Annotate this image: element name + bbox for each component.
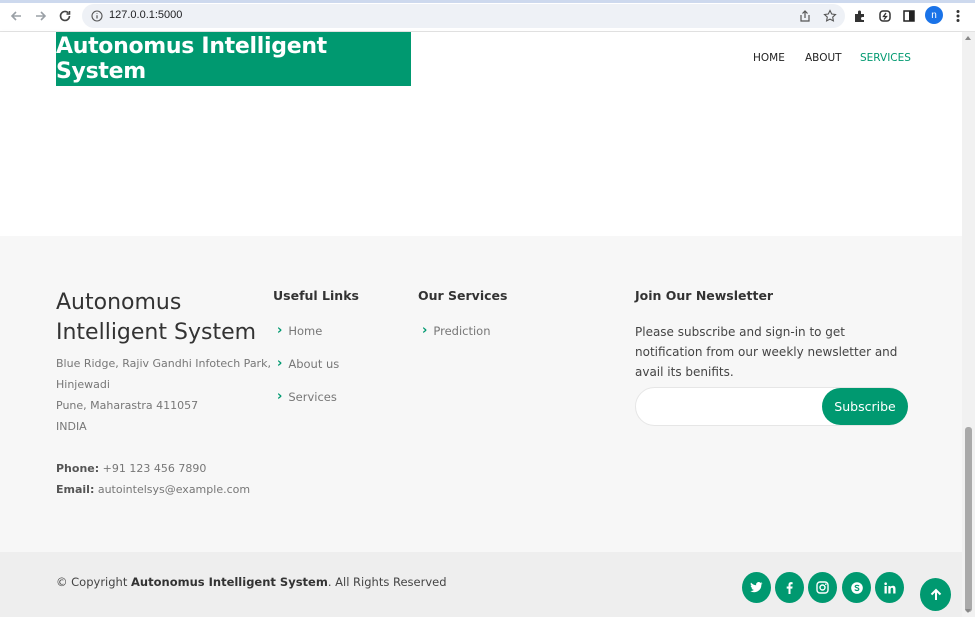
scrollbar-thumb[interactable] xyxy=(965,427,972,612)
footer-link-about[interactable]: › About us xyxy=(277,356,339,371)
chevron-right-icon: › xyxy=(277,389,283,404)
chevron-right-icon: › xyxy=(422,323,428,338)
info-icon[interactable] xyxy=(91,10,103,22)
profile-avatar[interactable]: n xyxy=(925,6,943,24)
chevron-right-icon: › xyxy=(277,323,283,338)
reload-icon[interactable] xyxy=(55,6,75,26)
site-header: Autonomus Intelligent System HOME ABOUT … xyxy=(0,32,962,86)
email-label: Email: xyxy=(56,483,95,496)
site-logo[interactable]: Autonomus Intelligent System xyxy=(56,32,411,86)
our-services-title: Our Services xyxy=(418,288,508,303)
address-line-3: Pune, Maharastra 411057 xyxy=(56,399,199,412)
nav-about[interactable]: ABOUT xyxy=(805,52,842,64)
page-scrollbar[interactable] xyxy=(962,32,975,617)
side-panel-icon[interactable] xyxy=(900,7,918,25)
share-icon[interactable] xyxy=(798,9,812,23)
bookmark-star-icon[interactable] xyxy=(823,9,837,23)
footer-link-services[interactable]: › Services xyxy=(277,389,337,404)
arrow-up-icon xyxy=(930,588,941,600)
linkedin-icon[interactable] xyxy=(875,572,904,603)
footer-link-home[interactable]: › Home xyxy=(277,323,322,338)
copyright-text: © Copyright Autonomus Intelligent System… xyxy=(56,575,447,589)
back-arrow-icon[interactable] xyxy=(6,6,26,26)
logo-text: Autonomus Intelligent System xyxy=(56,34,327,84)
footer-link-label: Prediction xyxy=(433,323,491,338)
url-text: 127.0.0.1:5000 xyxy=(109,9,183,21)
email-value: autointelsys@example.com xyxy=(97,483,251,496)
nav-services[interactable]: SERVICES xyxy=(860,52,911,64)
back-to-top-button[interactable] xyxy=(920,578,951,611)
address-line-4: INDIA xyxy=(56,420,87,433)
brand-title-line2: Intelligent System xyxy=(56,320,257,345)
footer-top: Autonomus Intelligent System Blue Ridge,… xyxy=(0,236,962,552)
footer-brand-title: Autonomus Intelligent System xyxy=(56,288,266,348)
more-menu-icon[interactable] xyxy=(949,7,967,25)
scroll-down-arrow-icon[interactable] xyxy=(965,609,971,613)
browser-toolbar: 127.0.0.1:5000 n xyxy=(0,0,975,32)
address-bar[interactable]: 127.0.0.1:5000 xyxy=(82,4,845,28)
footer-link-label: About us xyxy=(288,356,340,371)
newsletter-text: Please subscribe and sign-in to get noti… xyxy=(635,325,898,379)
brand-title-line1: Autonomus xyxy=(56,290,182,315)
footer-bottom: © Copyright Autonomus Intelligent System… xyxy=(0,552,962,617)
extension-shield-icon[interactable] xyxy=(876,7,894,25)
skype-icon[interactable] xyxy=(842,572,871,603)
nav-home[interactable]: HOME xyxy=(753,52,785,64)
footer-link-label: Home xyxy=(288,323,323,338)
forward-arrow-icon[interactable] xyxy=(31,6,51,26)
newsletter-title: Join Our Newsletter xyxy=(635,288,774,303)
subscribe-button[interactable]: Subscribe xyxy=(822,388,908,425)
address-line-2: Hinjewadi xyxy=(56,378,110,391)
newsletter-form: Subscribe xyxy=(635,387,908,426)
phone-value: +91 123 456 7890 xyxy=(102,462,207,475)
phone-label: Phone: xyxy=(56,462,100,475)
facebook-icon[interactable] xyxy=(775,572,804,603)
chevron-right-icon: › xyxy=(277,356,283,371)
instagram-icon[interactable] xyxy=(808,572,837,603)
useful-links-title: Useful Links xyxy=(273,288,359,303)
email-line: Email: autointelsys@example.com xyxy=(56,483,250,496)
extensions-icon[interactable] xyxy=(851,7,869,25)
copyright-prefix: © Copyright xyxy=(56,575,128,589)
scroll-up-arrow-icon[interactable] xyxy=(965,36,971,40)
phone-line: Phone: +91 123 456 7890 xyxy=(56,462,206,475)
page-content-area xyxy=(0,86,962,236)
footer-link-prediction[interactable]: › Prediction xyxy=(422,323,491,338)
copyright-suffix: . All Rights Reserved xyxy=(327,575,447,589)
footer-link-label: Services xyxy=(288,389,337,404)
copyright-brand: Autonomus Intelligent System xyxy=(131,575,328,589)
address-line-1: Blue Ridge, Rajiv Gandhi Infotech Park, xyxy=(56,357,271,370)
newsletter-email-input[interactable] xyxy=(650,398,810,416)
twitter-icon[interactable] xyxy=(742,572,771,603)
